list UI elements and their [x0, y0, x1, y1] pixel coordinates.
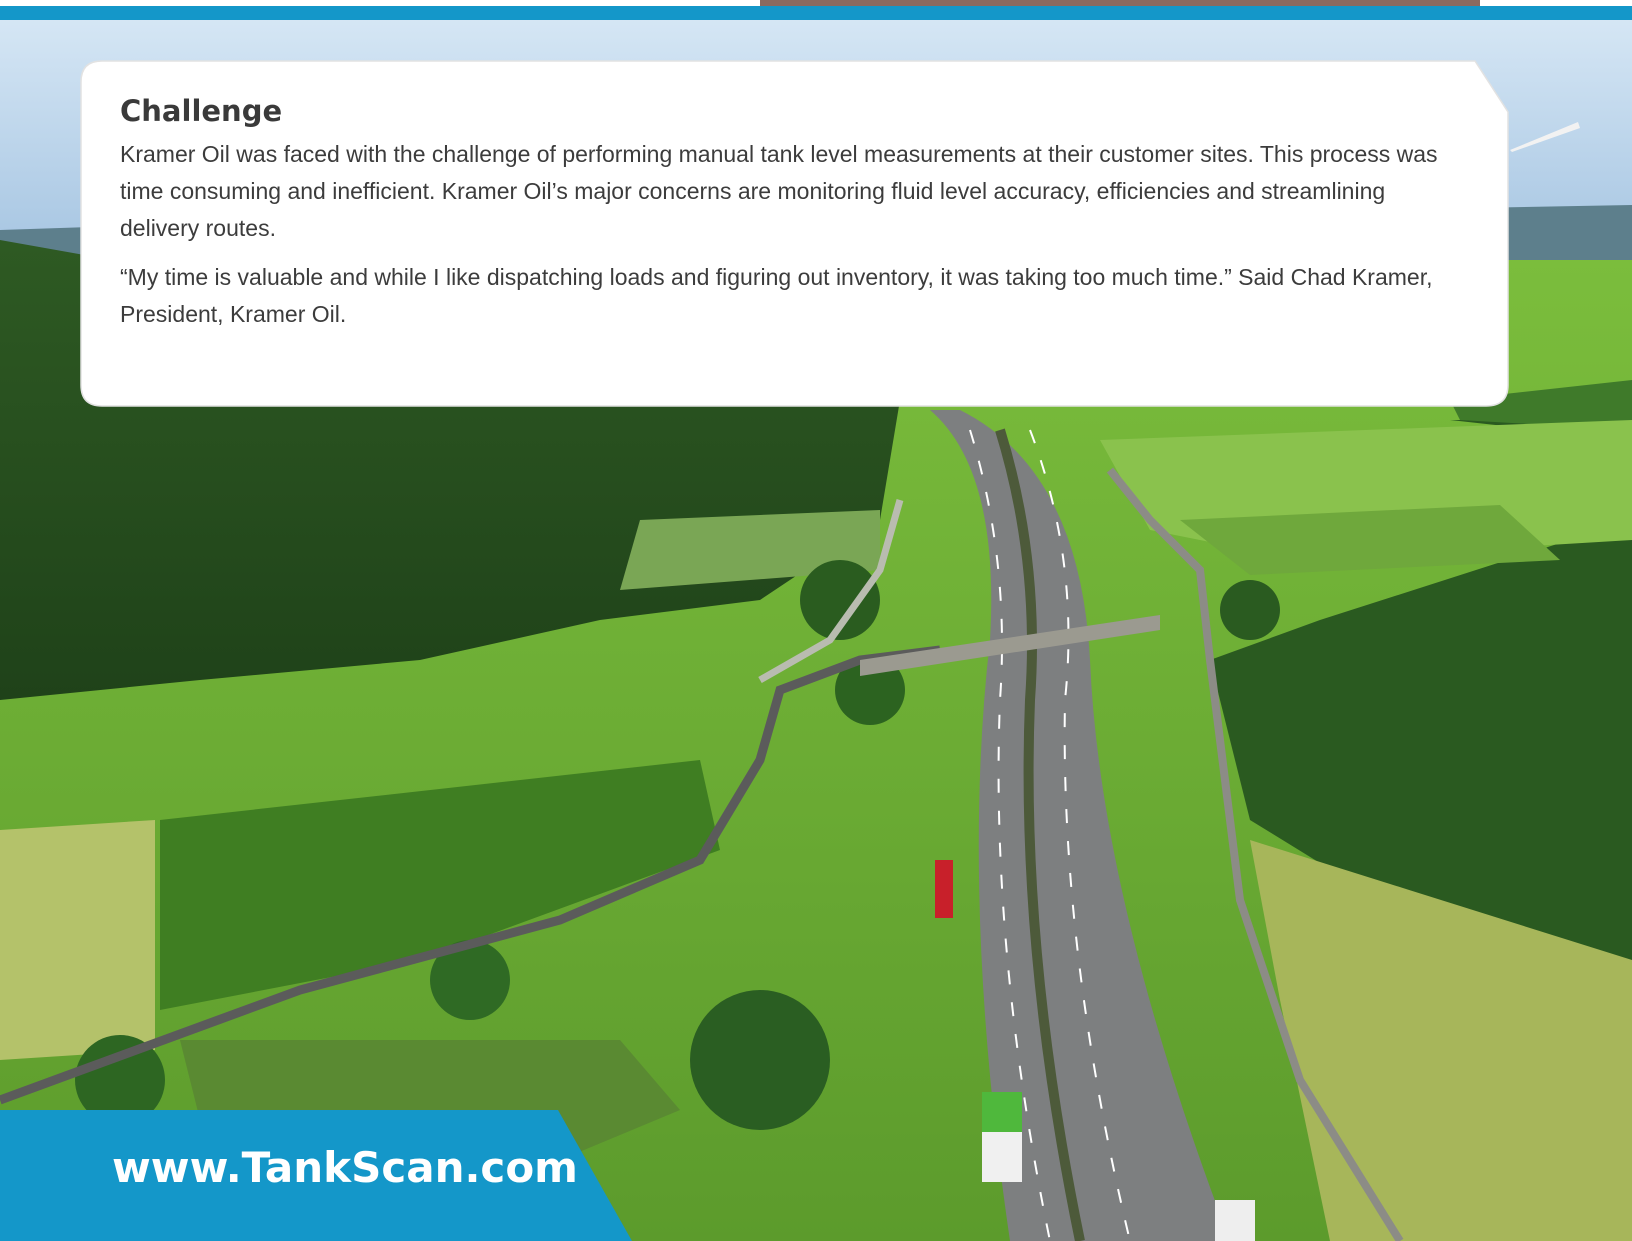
challenge-heading: Challenge — [120, 94, 283, 128]
challenge-quote: “My time is valuable and while I like di… — [120, 264, 1433, 327]
header-photo-fragment — [760, 0, 1480, 6]
header-bar — [0, 0, 1632, 20]
card-content: Challenge Kramer Oil was faced with the … — [120, 92, 1469, 333]
challenge-paragraph: Kramer Oil was faced with the challenge … — [120, 141, 1438, 241]
website-link[interactable]: www.TankScan.com — [112, 1143, 578, 1193]
challenge-card: Challenge Kramer Oil was faced with the … — [80, 60, 1509, 407]
